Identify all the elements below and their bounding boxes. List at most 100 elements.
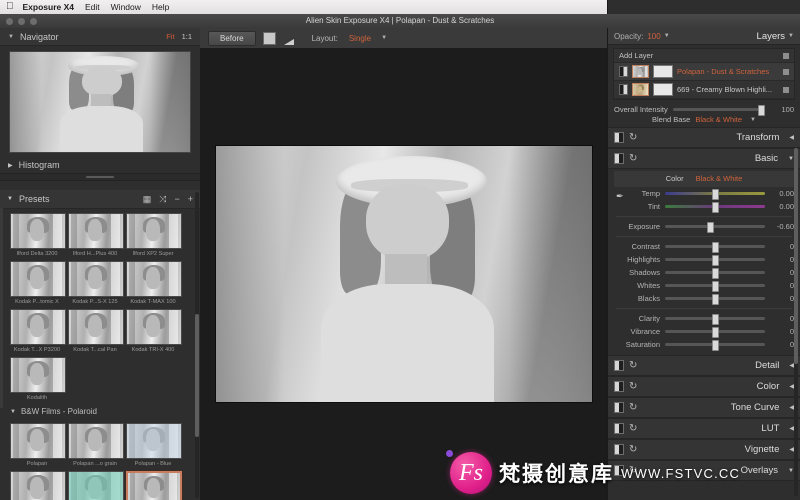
slider-track[interactable] [665,327,765,338]
preset-item[interactable]: Polapan - Blue [126,423,182,468]
layer-options-icon[interactable] [783,86,789,93]
preset-thumbnail[interactable] [126,471,182,500]
section-tone-curve[interactable]: ↻ Tone Curve ◀ [608,397,800,418]
blend-base-value[interactable]: Black & White [695,115,742,124]
layer-mask-thumbnail[interactable] [653,65,673,78]
preset-item[interactable]: Polapan ...o grain [68,423,124,468]
preset-thumbnail[interactable] [68,471,124,500]
right-panel-scrollbar[interactable] [794,148,798,496]
slider-knob[interactable] [712,340,719,351]
preset-item[interactable]: Polapan...border) [10,471,66,500]
slider-track[interactable] [665,268,765,279]
preset-item[interactable]: Kodak T-MAX 100 [126,261,182,306]
visibility-icon[interactable] [619,66,628,77]
preset-item[interactable]: Ilford Delta 3200 [10,213,66,258]
preset-thumbnail[interactable] [68,309,124,345]
menu-item-edit[interactable]: Edit [85,2,100,12]
reset-icon[interactable]: ↻ [629,381,637,392]
preset-thumbnail[interactable] [68,261,124,297]
slider-row[interactable]: Shadows 0 [608,266,800,279]
chevron-left-icon[interactable]: ◀ [789,134,794,141]
slider-row[interactable]: Tint 0.00 [608,200,800,213]
reset-icon[interactable]: ↻ [629,360,637,371]
plus-icon[interactable]: + [188,194,193,204]
color-mode-bw[interactable]: Black & White [696,174,743,183]
preset-thumbnail[interactable] [126,309,182,345]
slider-knob[interactable] [712,327,719,338]
overall-intensity-slider[interactable] [672,105,766,116]
preset-item[interactable]: Kodak TRI-X 400 [126,309,182,354]
preset-thumbnail[interactable] [10,423,66,459]
navigator-preview[interactable] [9,51,191,153]
slider-row[interactable]: Vibrance 0 [608,325,800,338]
preset-thumbnail[interactable] [126,213,182,249]
layer-menu-icon[interactable] [783,52,789,59]
slider-knob[interactable] [707,222,714,233]
preset-item[interactable]: Kodalith [10,357,66,402]
section-toggle-icon[interactable] [614,381,624,392]
slider-track[interactable] [665,281,765,292]
menu-item-window[interactable]: Window [111,2,141,12]
preset-thumbnail[interactable] [10,357,66,393]
slider-track[interactable] [665,255,765,266]
slider-row[interactable]: Clarity 0 [608,312,800,325]
slider-knob[interactable] [712,281,719,292]
preset-item[interactable]: Ilford H...Plus 400 [68,213,124,258]
presets-scrollbar[interactable] [195,192,199,498]
photo-preview[interactable] [216,146,592,402]
apple-logo-icon[interactable]:  [6,2,14,12]
reset-icon[interactable]: ↻ [629,153,637,164]
opacity-value[interactable]: 100 [647,32,660,41]
preset-item[interactable]: Kodak P...tomic X [10,261,66,306]
slider-row[interactable]: Contrast 0 [608,240,800,253]
section-toggle-icon[interactable] [614,423,624,434]
menu-item-help[interactable]: Help [152,2,169,12]
slider-row[interactable]: Exposure -0.60 [608,220,800,233]
chevron-down-icon[interactable]: ▼ [8,34,14,40]
slider-track[interactable] [665,294,765,305]
slider-track[interactable] [665,242,765,253]
section-transform[interactable]: ↻ Transform ◀ [608,127,800,148]
minus-icon[interactable]: − [174,194,179,204]
slider-knob[interactable] [712,242,719,253]
presets-header[interactable]: ▼ Presets ▦ ⤨ − + [0,190,200,209]
chevron-down-icon[interactable]: ▼ [381,35,387,41]
section-toggle-icon[interactable] [614,153,624,164]
slider-track[interactable] [665,202,765,213]
section-toggle-icon[interactable] [614,360,624,371]
section-detail[interactable]: ↻ Detail ◀ [608,355,800,376]
layers-header[interactable]: Opacity: 100 ▼ Layers ▼ [608,28,800,45]
layer-options-icon[interactable] [783,68,789,75]
preset-item[interactable]: Kodak T...cal Pan [68,309,124,354]
reset-icon[interactable]: ↻ [629,132,637,143]
slider-track[interactable] [665,340,765,351]
histogram-header[interactable]: ▶ Histogram [0,157,200,173]
section-basic[interactable]: ↻ Basic ▼ [608,148,800,169]
visibility-icon[interactable] [619,84,628,95]
slider-knob[interactable] [712,202,719,213]
section-lut[interactable]: ↻ LUT ◀ [608,418,800,439]
panel-splitter[interactable] [0,173,200,181]
section-toggle-icon[interactable] [614,132,624,143]
color-mode-toggle[interactable]: Color Black & White [614,171,794,187]
slider-knob[interactable] [712,268,719,279]
slider-row[interactable]: Whites 0 [608,279,800,292]
add-layer-button[interactable]: Add Layer [614,49,794,63]
layer-row-1[interactable]: Polapan - Dust & Scratches [614,63,794,81]
preset-item[interactable]: Polapan...ratches [126,471,182,500]
slider-knob[interactable] [712,314,719,325]
preset-thumbnail[interactable] [10,471,66,500]
slider-knob[interactable] [712,189,719,200]
menu-item-app[interactable]: Exposure X4 [23,2,75,12]
split-view-icon[interactable] [262,31,276,45]
chevron-down-icon[interactable]: ▼ [750,117,756,123]
color-mode-color[interactable]: Color [666,174,684,183]
preset-item[interactable]: Kodak T...X P3200 [10,309,66,354]
preset-thumbnail[interactable] [68,423,124,459]
preset-thumbnail[interactable] [68,213,124,249]
navigator-zoom-button[interactable]: 1:1 [182,32,192,41]
layer-thumbnail[interactable] [632,65,649,78]
preset-thumbnail[interactable] [10,309,66,345]
slider-track[interactable] [665,222,765,233]
chevron-down-icon[interactable]: ▼ [10,409,16,415]
